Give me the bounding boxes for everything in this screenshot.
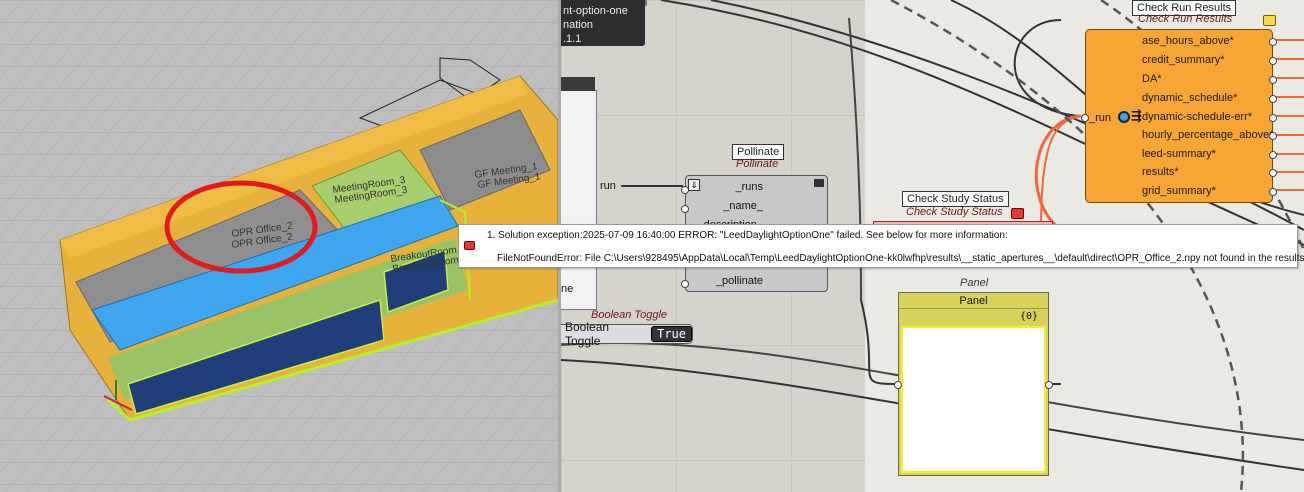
boolean-toggle-label: Boolean Toggle [565, 320, 610, 348]
pollinate-input-pollinate[interactable]: _pollinate [716, 275, 763, 287]
panel-output-port[interactable] [1045, 381, 1053, 389]
pollinate-port[interactable] [681, 205, 689, 213]
crr-output-ase[interactable]: ase_hours_above* [1142, 35, 1234, 47]
cut-output-label: ne [561, 283, 574, 295]
boolean-toggle-value[interactable]: True [651, 326, 692, 342]
crr-output-credit-summary[interactable]: credit_summary* [1142, 54, 1225, 66]
check-run-results-component[interactable]: _run ⇶ ase_hours_above* credit_summary* … [1081, 29, 1277, 203]
pollinate-input-name[interactable]: _name_ [723, 200, 763, 212]
panel-component[interactable]: Panel {0} [894, 292, 1053, 476]
panel-input-port[interactable] [894, 381, 902, 389]
crr-port[interactable] [1269, 95, 1277, 103]
error-tooltip: 1. Solution exception:2025-07-09 16:40:0… [458, 224, 1304, 268]
crr-output-results[interactable]: results* [1142, 166, 1179, 178]
panel-sublabel: Panel [960, 277, 989, 289]
boolean-toggle[interactable]: Boolean Toggle True [561, 320, 693, 348]
crr-input-port[interactable] [1081, 114, 1089, 122]
panel-body[interactable] [901, 326, 1046, 473]
recipe-component[interactable] [561, 77, 597, 310]
info-line-3: .1.1 [563, 33, 582, 45]
check-study-status-label: Check Study Status [902, 191, 1009, 207]
crr-port[interactable] [1269, 57, 1277, 65]
panel-count: {0} [1019, 311, 1038, 322]
crr-output-hourly-percentage[interactable]: hourly_percentage_above* [1142, 129, 1274, 141]
check-run-results-sublabel: Check Run Results [1138, 13, 1233, 25]
crr-port[interactable] [1269, 132, 1277, 140]
info-line-2: nation [563, 19, 593, 31]
pollinate-sublabel: Pollinate [736, 158, 779, 170]
python-run-icon [1118, 111, 1130, 123]
crr-port[interactable] [1269, 151, 1277, 159]
info-line-1: nt-option-one [563, 5, 628, 17]
recipe-info-box[interactable]: nt-option-one nation .1.1 [561, 0, 645, 46]
error-line-1: 1. Solution exception:2025-07-09 16:40:0… [487, 230, 1008, 241]
branch-icon: ⇶ [1131, 108, 1142, 123]
error-line-2: FileNotFoundError: File C:\Users\928495\… [497, 253, 1304, 264]
crr-output-leed-summary[interactable]: leed-summary* [1142, 148, 1216, 160]
monitor-icon [814, 179, 824, 187]
crr-output-dynamic-schedule-err[interactable]: dynamic-schedule-err* [1142, 111, 1252, 123]
error-icon [464, 241, 475, 250]
crr-input-run[interactable]: _run [1089, 112, 1111, 124]
expand-icon[interactable]: ⇓ [688, 179, 700, 191]
pollinate-port[interactable] [681, 280, 689, 288]
crr-port[interactable] [1269, 169, 1277, 177]
pollinate-port[interactable] [681, 186, 689, 194]
check-study-status-sublabel: Check Study Status [906, 206, 1003, 218]
crr-output-dynamic-schedule[interactable]: dynamic_schedule* [1142, 92, 1237, 104]
preview-toggle-icon[interactable] [1263, 15, 1276, 26]
crr-output-da[interactable]: DA* [1142, 73, 1162, 85]
crr-output-grid-summary[interactable]: grid_summary* [1142, 185, 1216, 197]
crr-port[interactable] [1269, 38, 1277, 46]
crr-port[interactable] [1269, 76, 1277, 84]
crr-port[interactable] [1269, 114, 1277, 122]
warning-icon[interactable] [1011, 208, 1024, 219]
recipe-component-header [561, 77, 595, 91]
pollinate-input-runs[interactable]: _runs [735, 181, 763, 193]
panel-header: Panel [899, 293, 1048, 309]
crr-port[interactable] [1269, 188, 1277, 196]
run-output-label[interactable]: run [600, 180, 616, 192]
